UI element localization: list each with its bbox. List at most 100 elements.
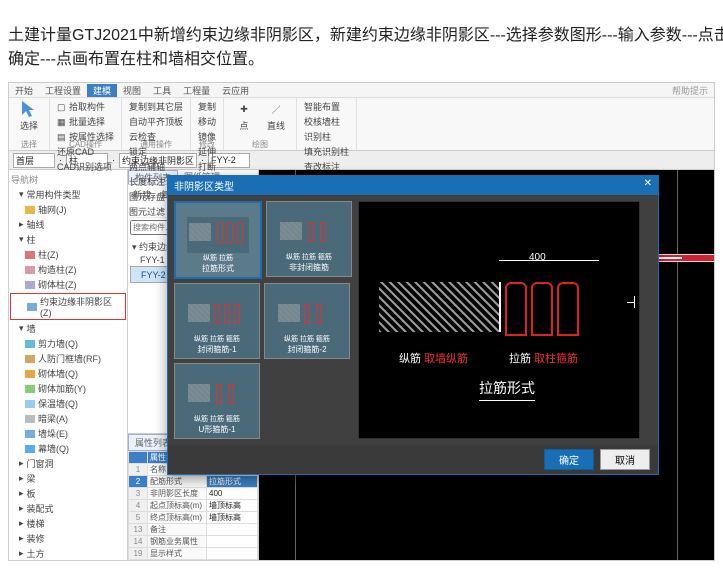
rein-icon — [25, 385, 35, 393]
pick-icon: ▢ — [57, 102, 67, 112]
tree-node[interactable]: ▸ 梁 — [9, 471, 127, 486]
option-tie-form[interactable]: 纵筋 拉筋 拉筋形式 — [174, 201, 262, 279]
option-tags: 纵筋 拉筋 — [203, 253, 233, 263]
option-caption: 非封闭箍筋 — [289, 262, 329, 273]
stirrup-icon — [557, 282, 579, 336]
ribbon: 选择 选择 ▢拾取构件 ▦批量选择 ▤按属性选择 还原CAD CAD识别选项 C… — [9, 98, 714, 151]
group-title: 修改 — [191, 139, 223, 150]
ribbon-btn[interactable]: ▢拾取构件 — [54, 99, 117, 114]
tree-node[interactable]: 砌体墙(Q) — [9, 366, 127, 381]
ribbon-btn[interactable]: 移动 — [195, 114, 219, 129]
tree-node[interactable]: ▸ 土方 — [9, 546, 127, 560]
menu-item-active[interactable]: 建模 — [87, 84, 117, 97]
beam-icon — [25, 415, 35, 423]
point-tool[interactable]: ✚点 — [228, 99, 260, 132]
option-caption: 拉筋形式 — [202, 263, 234, 274]
option-u-stirrup-1[interactable]: 纵筋 拉筋 箍筋 U形箍筋-1 — [174, 363, 260, 439]
line-tool[interactable]: ／直线 — [260, 99, 292, 132]
tree-node[interactable]: ▸ 楼梯 — [9, 516, 127, 531]
annotation: 拉筋 取柱箍筋 — [509, 350, 578, 366]
tree-node[interactable]: ▸ 门窗洞 — [9, 456, 127, 471]
tree-node[interactable]: 砌体加筋(Y) — [9, 381, 127, 396]
tree-node[interactable]: ▸ 装配式 — [9, 501, 127, 516]
ribbon-btn[interactable]: 智能布置 — [301, 99, 352, 114]
help-hint: 帮助提示 — [666, 84, 714, 97]
cancel-button[interactable]: 取消 — [600, 449, 650, 470]
option-caption: 封闭箍筋-1 — [197, 344, 236, 355]
option-closed-stirrup-1[interactable]: 纵筋 拉筋 箍筋 封闭箍筋-1 — [174, 283, 260, 359]
tree-node[interactable]: 剪力墙(Q) — [9, 336, 127, 351]
ribbon-btn[interactable]: 复制到其它层 — [126, 99, 186, 114]
dimension-line — [499, 260, 599, 261]
tree-node[interactable]: 砌体柱(Z) — [9, 277, 127, 292]
wall-icon — [25, 340, 35, 348]
tree-head: 导航树 — [9, 172, 127, 187]
tree-node[interactable]: ▸ 装修 — [9, 531, 127, 546]
zone-type-dialog: 非阴影区类型 ✕ 纵筋 拉筋 拉筋形式 纵筋 拉筋 箍筋 非封闭箍筋 — [167, 175, 659, 475]
option-caption: U形箍筋-1 — [199, 424, 236, 435]
menu-item[interactable]: 云应用 — [216, 84, 255, 97]
tree-node[interactable]: ▾ 墙 — [9, 321, 127, 336]
batch-icon: ▦ — [57, 117, 67, 127]
menu-item[interactable]: 视图 — [117, 84, 147, 97]
dialog-title[interactable]: 非阴影区类型 ✕ — [168, 176, 658, 195]
tree-node[interactable]: 轴网(J) — [9, 202, 127, 217]
tree-node[interactable]: 构造柱(Z) — [9, 262, 127, 277]
ribbon-btn[interactable]: ▦批量选择 — [54, 114, 117, 129]
ribbon-btn[interactable]: 复制 — [195, 99, 219, 114]
option-tags: 纵筋 拉筋 箍筋 — [194, 334, 240, 344]
menu-item[interactable]: 工程量 — [177, 84, 216, 97]
close-icon[interactable]: ✕ — [644, 178, 652, 193]
option-closed-stirrup-2[interactable]: 纵筋 拉筋 箍筋 封闭箍筋-2 — [264, 283, 350, 359]
tree-node[interactable]: 柱(Z) — [9, 247, 127, 262]
ribbon-btn[interactable]: 打断 — [195, 159, 219, 174]
option-caption: 封闭箍筋-2 — [287, 344, 326, 355]
ribbon-btn[interactable]: 自动平齐顶板 — [126, 114, 186, 129]
option-open-stirrup[interactable]: 纵筋 拉筋 箍筋 非封闭箍筋 — [266, 201, 352, 277]
point-icon: ✚ — [234, 99, 254, 119]
col2-icon — [25, 266, 35, 274]
pier-icon — [25, 430, 35, 438]
axis-line — [677, 170, 678, 560]
ok-button[interactable]: 确定 — [544, 449, 594, 470]
menu-item[interactable]: 工具 — [147, 84, 177, 97]
instruction-text: 土建计量GTJ2021中新增约束边缘非阴影区，新建约束边缘非阴影区---选择参数… — [8, 24, 723, 72]
line-icon: ／ — [266, 99, 286, 119]
tree-node[interactable]: 保温墙(Q) — [9, 396, 127, 411]
grid-icon — [25, 206, 35, 214]
tree-node[interactable]: 暗梁(A) — [9, 411, 127, 426]
tree-node[interactable]: ▾ 常用构件类型 — [9, 187, 127, 202]
option-tags: 纵筋 拉筋 箍筋 — [194, 414, 240, 424]
curtain-icon — [25, 445, 35, 453]
dimension-label: 400 — [529, 252, 546, 263]
tree-node[interactable]: 人防门框墙(RF) — [9, 351, 127, 366]
group-title: 绘图 — [224, 139, 296, 150]
ribbon-btn[interactable]: CAD识别选项 — [54, 159, 117, 174]
menu-item[interactable]: 工程设置 — [39, 84, 87, 97]
tree-node[interactable]: ▸ 轴线 — [9, 217, 127, 232]
ribbon-btn[interactable]: 校核墙柱 — [301, 114, 352, 129]
option-tags: 纵筋 拉筋 箍筋 — [284, 334, 330, 344]
stirrup-icon — [505, 282, 527, 336]
tree-node[interactable]: ▾ 柱 — [9, 232, 127, 247]
edge-marker — [627, 302, 635, 303]
menubar: 开始 工程设置 建模 视图 工具 工程量 云应用 帮助提示 — [9, 83, 714, 98]
menu-item[interactable]: 开始 — [9, 84, 39, 97]
tree-node-highlighted[interactable]: 约束边缘非阴影区(Z) — [10, 293, 126, 320]
ribbon-btn[interactable]: 填充识别柱 — [301, 144, 352, 159]
ribbon-btn[interactable]: 两点辅轴 — [126, 159, 186, 174]
brick-icon — [25, 281, 35, 289]
tree-node[interactable]: 墙垛(E) — [9, 426, 127, 441]
preview-pane: 400 纵筋 取墙纵筋 拉筋 取柱箍筋 拉筋形式 — [358, 201, 640, 439]
brickwall-icon — [25, 370, 35, 378]
app-window: 开始 工程设置 建模 视图 工具 工程量 云应用 帮助提示 选择 选择 ▢拾取构… — [8, 82, 715, 561]
option-tags: 纵筋 拉筋 箍筋 — [286, 252, 332, 262]
col-icon — [25, 251, 35, 259]
tree-node[interactable]: ▸ 板 — [9, 486, 127, 501]
nav-tree[interactable]: 导航树 ▾ 常用构件类型 轴网(J) ▸ 轴线 ▾ 柱 柱(Z) 构造柱(Z) … — [9, 170, 128, 560]
tree-node[interactable]: 幕墙(Q) — [9, 441, 127, 456]
ribbon-btn[interactable]: 识别柱 — [301, 129, 352, 144]
floor-select[interactable]: 首层 — [13, 153, 55, 168]
select-tool[interactable]: 选择 — [13, 99, 45, 132]
frame-icon — [25, 355, 35, 363]
